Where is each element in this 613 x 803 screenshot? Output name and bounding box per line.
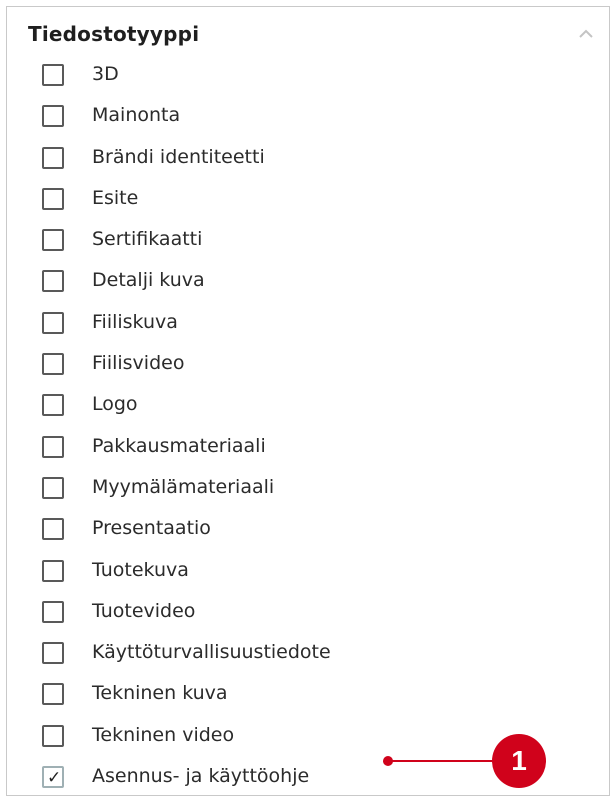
checkbox[interactable] bbox=[42, 311, 64, 334]
option-presentaatio[interactable]: Presentaatio bbox=[7, 509, 609, 550]
option-label: Tekninen kuva bbox=[92, 682, 228, 705]
option-tuotekuva[interactable]: Tuotekuva bbox=[7, 551, 609, 592]
chevron-up-icon[interactable] bbox=[579, 29, 593, 39]
option-label: Mainonta bbox=[92, 104, 181, 127]
option-kayttoturvallisuustiedote[interactable]: Käyttöturvallisuustiedote bbox=[7, 633, 609, 674]
option-tekninen-kuva[interactable]: Tekninen kuva bbox=[7, 674, 609, 715]
option-sertifikaatti[interactable]: Sertifikaatti bbox=[7, 220, 609, 261]
option-3d[interactable]: 3D bbox=[7, 55, 609, 96]
option-label: Presentaatio bbox=[92, 517, 211, 540]
filter-title: Tiedostotyyppi bbox=[28, 22, 200, 46]
option-label: Brändi identiteetti bbox=[92, 145, 265, 168]
option-logo[interactable]: Logo bbox=[7, 385, 609, 426]
option-label: Tuotekuva bbox=[92, 558, 189, 581]
filter-header[interactable]: Tiedostotyyppi bbox=[7, 7, 609, 59]
option-label: Tekninen video bbox=[92, 723, 235, 746]
option-detalji-kuva[interactable]: Detalji kuva bbox=[7, 261, 609, 302]
option-label: Käyttöturvallisuustiedote bbox=[92, 641, 331, 664]
option-fiilisvideo[interactable]: Fiilisvideo bbox=[7, 344, 609, 385]
option-pakkausmateriaali[interactable]: Pakkausmateriaali bbox=[7, 427, 609, 468]
checkmark-icon: ✓ bbox=[47, 768, 62, 789]
option-label: Logo bbox=[92, 393, 138, 416]
option-label: Asennus- ja käyttöohje bbox=[92, 765, 310, 788]
option-label: Fiiliskuva bbox=[92, 310, 178, 333]
option-label: Pakkausmateriaali bbox=[92, 434, 266, 457]
option-mainonta[interactable]: Mainonta bbox=[7, 96, 609, 137]
callout-number-badge: 1 bbox=[492, 734, 546, 788]
option-label: Myymälämateriaali bbox=[92, 475, 275, 498]
checkbox[interactable] bbox=[42, 64, 64, 86]
option-tuotevideo[interactable]: Tuotevideo bbox=[7, 592, 609, 633]
option-label: 3D bbox=[92, 63, 119, 85]
option-label: Sertifikaatti bbox=[92, 228, 203, 251]
checkbox[interactable] bbox=[42, 724, 64, 747]
checkbox[interactable] bbox=[42, 270, 64, 293]
checkbox[interactable] bbox=[42, 105, 64, 128]
checkbox[interactable] bbox=[42, 353, 64, 376]
checkbox[interactable] bbox=[42, 187, 64, 210]
checkbox[interactable] bbox=[42, 435, 64, 458]
checkbox[interactable] bbox=[42, 683, 64, 706]
checkbox[interactable] bbox=[42, 146, 64, 169]
file-type-filter-panel: Tiedostotyyppi 3D Mainonta Brändi identi… bbox=[6, 6, 610, 796]
option-label: Detalji kuva bbox=[92, 269, 205, 292]
option-label: Tuotevideo bbox=[92, 599, 196, 622]
checkbox[interactable] bbox=[42, 600, 64, 623]
callout-pointer-line bbox=[388, 760, 492, 762]
checkbox[interactable] bbox=[42, 518, 64, 541]
option-label: Fiilisvideo bbox=[92, 352, 185, 375]
checkbox[interactable]: ✓ bbox=[42, 766, 64, 789]
checkbox[interactable] bbox=[42, 229, 64, 252]
checkbox[interactable] bbox=[42, 559, 64, 582]
checkbox[interactable] bbox=[42, 476, 64, 499]
checkbox[interactable] bbox=[42, 394, 64, 417]
option-esite[interactable]: Esite bbox=[7, 179, 609, 220]
checkbox[interactable] bbox=[42, 642, 64, 665]
option-label: Esite bbox=[92, 186, 139, 209]
option-myymalamateriaali[interactable]: Myymälämateriaali bbox=[7, 468, 609, 509]
option-fiiliskuva[interactable]: Fiiliskuva bbox=[7, 303, 609, 344]
option-brandi-identiteetti[interactable]: Brändi identiteetti bbox=[7, 138, 609, 179]
file-type-options: 3D Mainonta Brändi identiteetti Esite Se… bbox=[7, 55, 609, 798]
